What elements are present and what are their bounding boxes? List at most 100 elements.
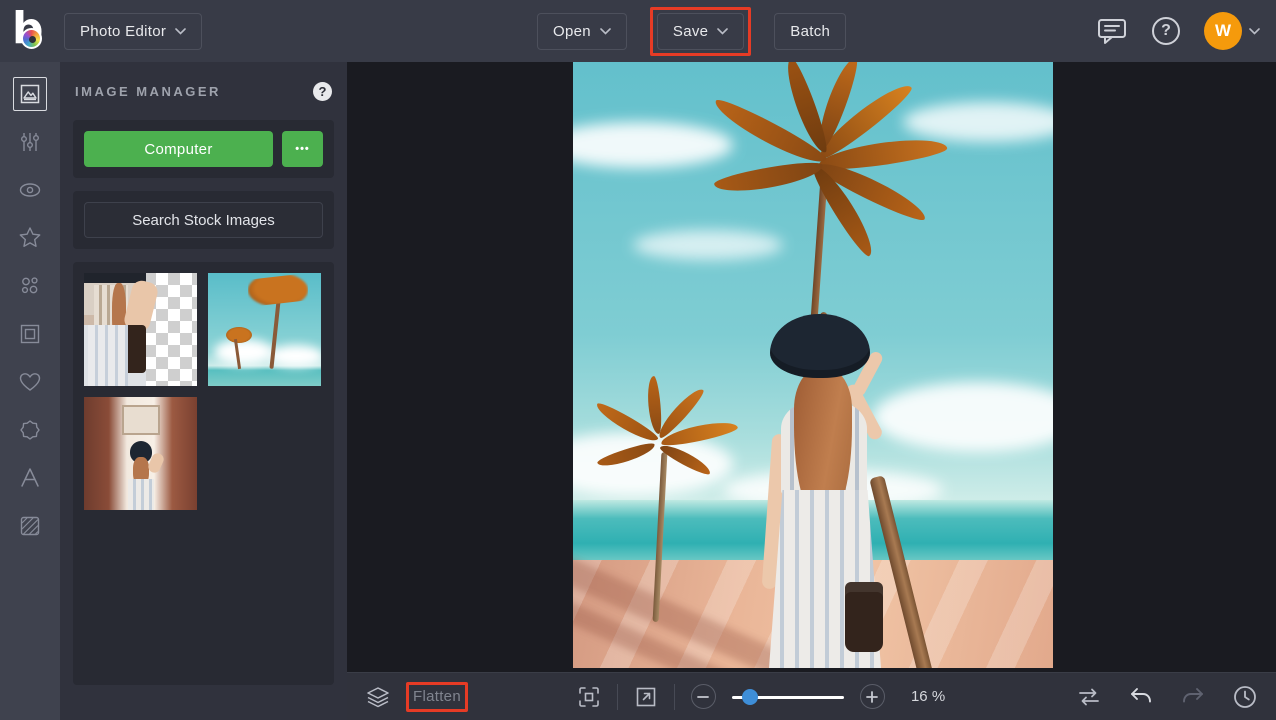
badge-icon (18, 418, 42, 442)
cloud (633, 230, 783, 260)
app-switcher-label: Photo Editor (80, 23, 166, 40)
cloud (573, 432, 733, 496)
question-mark-icon: ? (1161, 22, 1171, 40)
sidebar-item-artsy[interactable] (13, 221, 47, 255)
sidebar-item-frames[interactable] (13, 317, 47, 351)
cutout-skirt (88, 325, 128, 386)
account-menu[interactable]: W (1204, 12, 1260, 50)
chevron-down-icon (600, 28, 611, 35)
compare-button[interactable] (1076, 686, 1102, 708)
feedback-chat-button[interactable] (1096, 16, 1128, 46)
star-icon (17, 225, 43, 251)
texture-icon (18, 514, 42, 538)
palm-frond (646, 376, 663, 435)
flatten-button[interactable]: Flatten (413, 688, 461, 705)
circles-cluster-icon (17, 273, 43, 299)
open-label: Open (553, 23, 591, 40)
layers-button[interactable] (365, 685, 391, 709)
toolbar-divider (674, 684, 675, 710)
history-button[interactable] (1232, 684, 1258, 710)
thumbnail-palm-trees[interactable] (208, 273, 321, 386)
palm-frond (713, 158, 825, 197)
panel-help-button[interactable]: ? (313, 82, 332, 101)
sidebar-item-overlays[interactable] (13, 365, 47, 399)
thumb-palm-fronds (248, 273, 308, 307)
app-body: IMAGE MANAGER ? Computer ••• Search Stoc… (0, 62, 1276, 720)
compare-arrows-icon (1076, 686, 1102, 708)
sun-hat (770, 314, 870, 378)
undo-icon (1128, 686, 1154, 708)
fit-to-screen-button[interactable] (577, 685, 601, 709)
logo-color-wheel-icon (21, 28, 42, 49)
photo-editor-app: b Photo Editor Open Save Batch (0, 0, 1276, 720)
save-button-wrapper: Save (657, 13, 744, 50)
upload-source-section: Computer ••• (73, 120, 334, 178)
minus-icon (697, 691, 709, 703)
shoulder-bag (845, 582, 883, 652)
sidebar-item-effects[interactable] (13, 173, 47, 207)
editor-main: Flatten (347, 62, 1276, 720)
stock-search-section: Search Stock Images (73, 191, 334, 249)
avatar: W (1204, 12, 1242, 50)
sidebar-item-textures[interactable] (13, 509, 47, 543)
sidebar-item-text[interactable] (13, 461, 47, 495)
thumb-cloud (214, 339, 274, 365)
zoom-in-button[interactable] (860, 684, 885, 709)
sidebar-item-graphics[interactable] (13, 413, 47, 447)
chevron-down-icon (1249, 28, 1260, 35)
befunky-logo[interactable]: b (12, 11, 50, 51)
computer-upload-button[interactable]: Computer (84, 131, 273, 167)
zoom-level-value: 16 % (911, 688, 959, 705)
save-button[interactable]: Save (657, 13, 744, 50)
alley-dress (128, 479, 154, 510)
thumb-cloud (268, 345, 321, 367)
toolbar-left: Flatten (365, 685, 461, 709)
search-stock-images-button[interactable]: Search Stock Images (84, 202, 323, 238)
avatar-initial: W (1215, 21, 1231, 41)
sidebar-item-image-manager[interactable] (13, 77, 47, 111)
redo-icon (1180, 686, 1206, 708)
canvas-image[interactable] (573, 62, 1053, 668)
flatten-wrapper: Flatten (413, 688, 461, 706)
thumbnails-section (73, 262, 334, 685)
zoom-slider[interactable] (732, 688, 844, 706)
help-button[interactable]: ? (1152, 17, 1180, 45)
redo-button[interactable] (1180, 686, 1206, 708)
cloud (573, 122, 733, 168)
canvas-toolbar: Flatten (347, 672, 1276, 720)
fullscreen-button[interactable] (634, 685, 658, 709)
header-center-actions: Open Save Batch (537, 13, 846, 50)
eye-icon (17, 178, 43, 202)
zoom-out-button[interactable] (691, 684, 716, 709)
image-manager-panel: IMAGE MANAGER ? Computer ••• Search Stoc… (60, 62, 347, 720)
sidebar-item-edit[interactable] (13, 125, 47, 159)
sidebar-item-touch-up[interactable] (13, 269, 47, 303)
app-switcher-menu[interactable]: Photo Editor (64, 13, 202, 50)
app-header: b Photo Editor Open Save Batch (0, 0, 1276, 62)
chat-bubble-icon (1096, 16, 1128, 46)
more-sources-button[interactable]: ••• (282, 131, 323, 167)
letter-a-icon (17, 465, 43, 491)
tools-rail (0, 62, 60, 720)
sliders-icon (18, 130, 42, 154)
canvas-stage[interactable] (347, 62, 1276, 672)
question-mark-icon: ? (319, 84, 327, 99)
thumbnail-woman-cutout[interactable] (84, 273, 197, 386)
chevron-down-icon (175, 28, 186, 35)
save-label: Save (673, 23, 708, 40)
layers-icon (365, 685, 391, 709)
frame-icon (18, 322, 42, 346)
open-button[interactable]: Open (537, 13, 627, 50)
batch-button[interactable]: Batch (774, 13, 846, 50)
batch-label: Batch (790, 23, 830, 40)
mountain-photo-icon (18, 82, 42, 106)
toolbar-zoom-group: 16 % (577, 684, 959, 710)
panel-header: IMAGE MANAGER ? (73, 62, 334, 120)
cloud (873, 382, 1053, 452)
chevron-down-icon (717, 28, 728, 35)
toolbar-divider (617, 684, 618, 710)
open-in-new-icon (634, 685, 658, 709)
undo-button[interactable] (1128, 686, 1154, 708)
thumbnail-brick-alley[interactable] (84, 397, 197, 510)
zoom-slider-knob[interactable] (742, 689, 758, 705)
